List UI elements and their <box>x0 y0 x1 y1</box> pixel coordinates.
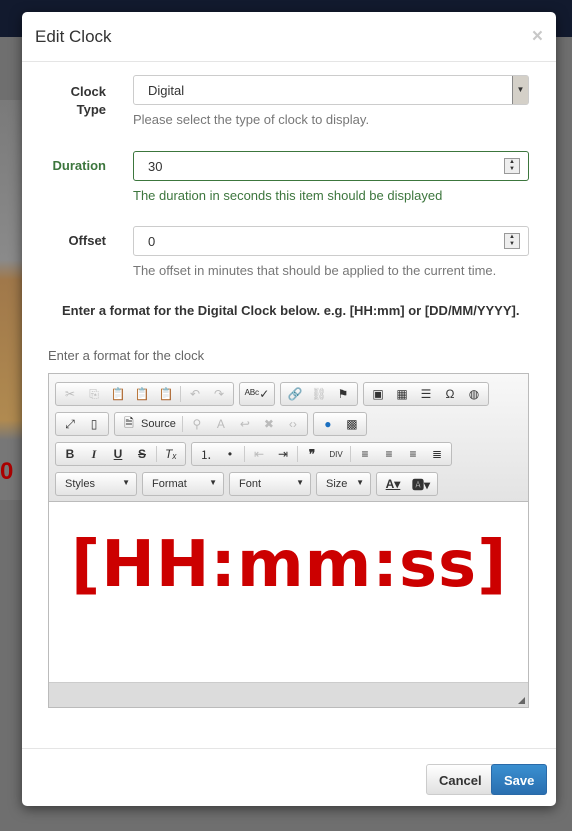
align-right-icon[interactable]: ≡ <box>401 447 425 461</box>
div-icon[interactable]: DIV <box>324 450 348 459</box>
paste-word-icon[interactable]: 📋 <box>154 387 178 401</box>
show-blocks-icon[interactable]: ▯ <box>82 417 106 431</box>
maximize-icon[interactable]: ⤢ <box>58 417 82 432</box>
edit-clock-modal: Edit Clock × Clock Type Digital ▼ Please s… <box>22 12 556 806</box>
combo-label: Size <box>326 478 348 490</box>
dropdown-arrow-icon[interactable]: ▼ <box>512 76 528 104</box>
cancel-button[interactable]: Cancel <box>426 764 495 795</box>
modal-header: Edit Clock <box>22 12 556 62</box>
combo-label: Format <box>152 478 187 490</box>
paste-icon[interactable]: 📋 <box>106 387 130 401</box>
spinner-icon[interactable]: ▲ ▼ <box>504 233 520 249</box>
background-text: 0 <box>0 458 14 485</box>
caret-down-icon: ▼ <box>122 478 130 487</box>
background-image <box>0 100 22 500</box>
rich-text-editor: ✂ ⎘ 📋 📋 📋 ↶ ↷ ᴬᴮᶜ✓ 🔗 ⛓ ⚑ ▣ ▦ ☰ Ω ◍ ⤢ ▯ 🗎 Source ⚲ A ↩ ✖ ‹› … <box>48 373 529 708</box>
anchor-flag-icon[interactable]: ⚑ <box>331 387 355 401</box>
strikethrough-icon[interactable]: S <box>130 447 154 461</box>
clock-type-help: Please select the type of clock to displ… <box>133 112 370 127</box>
caret-down-icon: ▼ <box>209 478 217 487</box>
combo-label: Styles <box>65 478 95 490</box>
editor-toolbar: ✂ ⎘ 📋 📋 📋 ↶ ↷ ᴬᴮᶜ✓ 🔗 ⛓ ⚑ ▣ ▦ ☰ Ω ◍ ⤢ ▯ 🗎 Source ⚲ A ↩ ✖ ‹› … <box>49 374 528 502</box>
horizontal-rule-icon[interactable]: ☰ <box>414 387 438 401</box>
justify-icon[interactable]: ≣ <box>425 447 449 461</box>
text-color-icon[interactable]: A▾ <box>379 477 407 491</box>
editor-label: Enter a format for the clock <box>48 348 205 363</box>
undo-icon[interactable]: ↶ <box>183 387 207 401</box>
italic-icon[interactable]: I <box>82 447 106 462</box>
resize-handle-icon[interactable] <box>518 697 525 704</box>
remove-comment-icon[interactable]: ✖ <box>257 417 281 431</box>
input-value: 30 <box>148 159 163 174</box>
label-line: Type <box>76 102 106 117</box>
caret-down-icon: ▼ <box>296 478 304 487</box>
clock-format-text: [HH:mm:ss] <box>71 528 508 602</box>
spellcheck-icon[interactable]: ᴬᴮᶜ✓ <box>242 387 272 401</box>
duration-label: Duration <box>52 158 106 173</box>
special-char-icon[interactable]: Ω <box>438 387 462 401</box>
link-icon[interactable]: 🔗 <box>283 387 307 401</box>
format-note: Enter a format for the Digital Clock bel… <box>62 303 520 318</box>
duration-help: The duration in seconds this item should… <box>133 188 443 203</box>
size-dropdown[interactable]: Size ▼ <box>316 472 371 496</box>
outdent-icon[interactable]: ⇤ <box>247 447 271 461</box>
modal-title: Edit Clock <box>35 27 112 46</box>
paste-text-icon[interactable]: 📋 <box>130 387 154 401</box>
align-center-icon[interactable]: ≡ <box>377 447 401 461</box>
cut-icon[interactable]: ✂ <box>58 387 82 401</box>
select-value: Digital <box>148 83 185 98</box>
underline-icon[interactable]: U <box>106 447 130 461</box>
font-dropdown[interactable]: Font ▼ <box>229 472 311 496</box>
editor-statusbar <box>49 682 528 707</box>
styles-dropdown[interactable]: Styles ▼ <box>55 472 137 496</box>
editor-content[interactable]: [HH:mm:ss] <box>49 502 528 682</box>
caret-down-icon: ▼ <box>356 478 364 487</box>
image-icon[interactable]: ▣ <box>366 387 390 401</box>
background-color-icon[interactable]: 🅰▾ <box>407 476 435 493</box>
close-icon[interactable]: × <box>532 26 543 48</box>
qr-code-icon[interactable]: ▩ <box>340 417 364 431</box>
globe-icon[interactable]: ◍ <box>462 387 486 401</box>
modal-footer: Cancel Save <box>22 748 556 806</box>
find-icon[interactable]: ⚲ <box>185 417 209 431</box>
blockquote-icon[interactable]: ❞ <box>300 447 324 461</box>
unlink-icon[interactable]: ⛓ <box>307 387 331 401</box>
redo-icon[interactable]: ↷ <box>207 387 231 401</box>
copy-icon[interactable]: ⎘ <box>82 387 106 402</box>
input-value: 0 <box>148 234 156 249</box>
widget-globe-icon[interactable]: ● <box>316 417 340 431</box>
source-icon[interactable]: 🗎 <box>117 414 141 435</box>
offset-input[interactable]: 0 ▲ ▼ <box>133 226 529 256</box>
spinner-icon[interactable]: ▲ ▼ <box>504 158 520 174</box>
bold-icon[interactable]: B <box>58 447 82 461</box>
label-line: Clock <box>70 84 106 99</box>
format-dropdown[interactable]: Format ▼ <box>142 472 224 496</box>
table-icon[interactable]: ▦ <box>390 387 414 401</box>
align-left-icon[interactable]: ≡ <box>353 447 377 461</box>
offset-label: Offset <box>68 233 106 248</box>
duration-input[interactable]: 30 ▲ ▼ <box>133 151 529 181</box>
select-all-icon[interactable]: A <box>209 417 233 431</box>
source-button[interactable]: Source <box>141 418 180 430</box>
remove-format-icon[interactable]: Tₓ <box>159 447 183 461</box>
indent-icon[interactable]: ⇥ <box>271 447 295 461</box>
bullet-list-icon[interactable]: • <box>218 447 242 461</box>
offset-help: The offset in minutes that should be app… <box>133 263 497 278</box>
clock-type-select[interactable]: Digital ▼ <box>133 75 529 105</box>
numbered-list-icon[interactable]: ⒈ <box>194 446 218 463</box>
combo-label: Font <box>239 478 262 490</box>
insert-comment-icon[interactable]: ↩ <box>233 417 257 431</box>
clock-type-label: Clock Type <box>26 83 106 119</box>
code-icon[interactable]: ‹› <box>281 417 305 431</box>
save-button[interactable]: Save <box>491 764 548 795</box>
